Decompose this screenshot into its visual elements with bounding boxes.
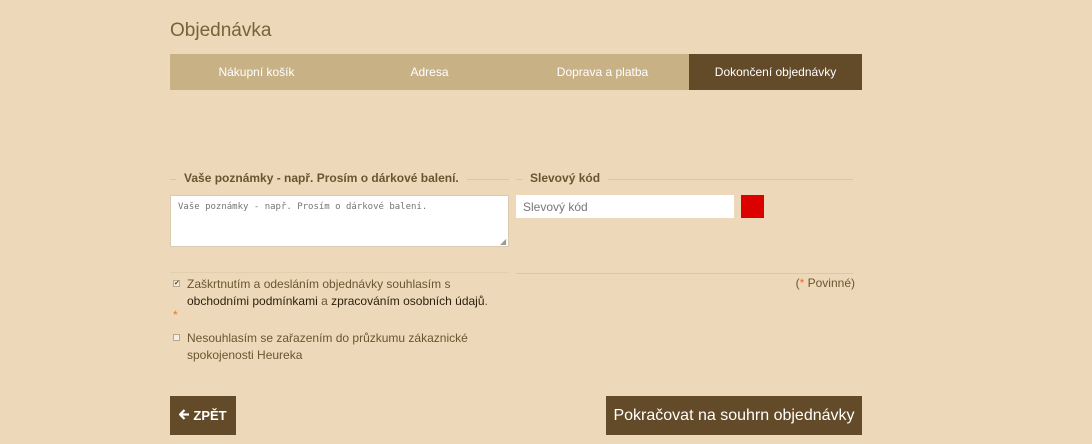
terms-checkbox[interactable]: ✔	[173, 280, 180, 287]
discount-code-input[interactable]: Slevový kód	[516, 195, 734, 218]
back-button[interactable]: ZPĚT	[170, 396, 236, 435]
back-button-label: ZPĚT	[193, 408, 227, 423]
terms-link[interactable]: obchodními podmínkami	[187, 294, 318, 308]
discount-legend: Slevový kód	[522, 171, 609, 185]
required-label: Povinné)	[804, 276, 855, 290]
heureka-consent: Nesouhlasím se zařazením do průzkumu zák…	[173, 330, 503, 364]
divider-left	[170, 272, 509, 273]
resize-grip-icon[interactable]: ◢	[500, 238, 508, 246]
terms-consent: ✔ Zaškrtnutím a odesláním objednávky sou…	[173, 276, 503, 322]
step-cart[interactable]: Nákupní košík	[170, 54, 343, 90]
heureka-consent-text: Nesouhlasím se zařazením do průzkumu zák…	[187, 331, 468, 362]
divider-right	[516, 273, 853, 274]
terms-consent-text: Zaškrtnutím a odesláním objednávky souhl…	[173, 276, 503, 310]
terms-required-star: *	[173, 308, 178, 322]
notes-textarea[interactable]	[170, 195, 509, 247]
terms-text-before: Zaškrtnutím a odesláním objednávky souhl…	[187, 277, 451, 291]
heureka-checkbox[interactable]	[173, 334, 180, 341]
terms-text-after: .	[484, 294, 488, 308]
required-note: (* Povinné)	[796, 276, 855, 290]
step-address[interactable]: Adresa	[343, 54, 516, 90]
privacy-link[interactable]: zpracováním osobních údajů	[331, 294, 484, 308]
step-shipping-payment[interactable]: Doprava a platba	[516, 54, 689, 90]
page-title: Objednávka	[170, 20, 272, 41]
step-order-completion[interactable]: Dokončení objednávky	[689, 54, 862, 90]
checkout-steps: Nákupní košík Adresa Doprava a platba Do…	[170, 54, 862, 90]
continue-to-summary-button[interactable]: Pokračovat na souhrn objednávky	[606, 396, 862, 435]
discount-apply-button[interactable]	[741, 195, 764, 218]
discount-code-placeholder: Slevový kód	[523, 199, 588, 214]
notes-legend: Vaše poznámky - např. Prosím o dárkové b…	[176, 171, 467, 185]
terms-text-middle: a	[317, 294, 332, 308]
arrow-left-icon	[178, 408, 190, 423]
